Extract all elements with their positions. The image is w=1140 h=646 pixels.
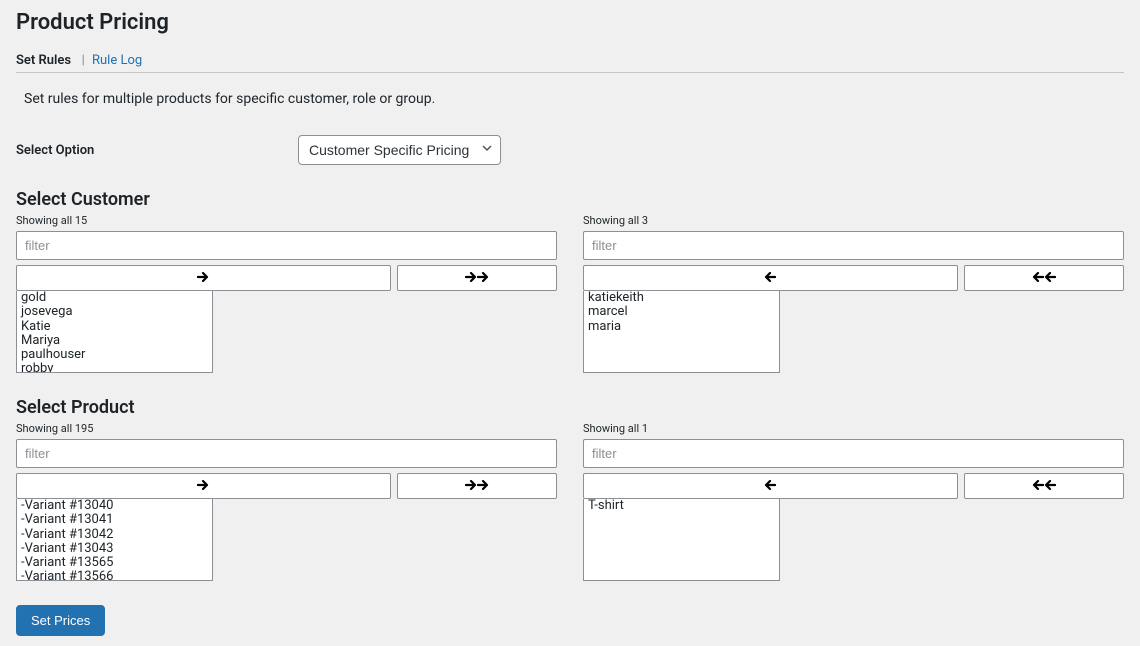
customer-available-filter[interactable] — [16, 231, 557, 260]
set-prices-button[interactable]: Set Prices — [16, 605, 105, 636]
customer-move-all-right-button[interactable] — [397, 265, 558, 291]
list-item[interactable]: T-shirt — [584, 499, 779, 513]
arrow-right-icon — [477, 479, 489, 494]
arrow-right-icon — [197, 479, 209, 494]
tab-separator: | — [78, 53, 84, 68]
arrow-right-icon — [197, 271, 209, 286]
customer-selected-filter[interactable] — [583, 231, 1124, 260]
page-title: Product Pricing — [16, 10, 1124, 35]
product-available-list[interactable]: -Variant #13040 -Variant #13041 -Variant… — [16, 499, 213, 581]
select-option-dropdown[interactable]: Customer Specific Pricing — [298, 135, 501, 165]
product-move-right-row — [16, 473, 557, 499]
customer-selected-col: Showing all 3 katiekeith marcel maria — [583, 214, 1124, 373]
list-item[interactable]: robby — [17, 362, 212, 373]
customer-selected-counter: Showing all 3 — [583, 214, 1124, 227]
arrow-left-icon — [1032, 479, 1044, 494]
customer-dual-list: Showing all 15 gold josevega Katie Mariy… — [16, 214, 1124, 373]
customer-move-right-row — [16, 265, 557, 291]
list-item[interactable]: -Variant #13041 — [17, 513, 212, 527]
arrow-left-icon — [764, 271, 776, 286]
select-option-row: Select Option Customer Specific Pricing — [16, 135, 1124, 165]
product-selected-col: Showing all 1 T-shirt — [583, 422, 1124, 581]
list-item[interactable]: maria — [584, 320, 779, 334]
arrow-left-icon — [1044, 479, 1056, 494]
list-item[interactable]: katiekeith — [584, 291, 779, 305]
product-move-left-row — [583, 473, 1124, 499]
product-move-right-button[interactable] — [16, 473, 391, 499]
list-item[interactable]: -Variant #13565 — [17, 556, 212, 570]
customer-move-right-button[interactable] — [16, 265, 391, 291]
list-item[interactable]: Katie — [17, 320, 212, 334]
list-item[interactable]: josevega — [17, 305, 212, 319]
list-item[interactable]: marcel — [584, 305, 779, 319]
page-description: Set rules for multiple products for spec… — [24, 91, 1124, 107]
select-product-title: Select Product — [16, 397, 1124, 418]
product-move-all-left-button[interactable] — [964, 473, 1125, 499]
customer-selected-list[interactable]: katiekeith marcel maria — [583, 291, 780, 373]
customer-available-list[interactable]: gold josevega Katie Mariya paulhouser ro… — [16, 291, 213, 373]
arrow-left-icon — [1044, 271, 1056, 286]
list-item[interactable]: -Variant #13040 — [17, 499, 212, 513]
list-item[interactable]: gold — [17, 291, 212, 305]
customer-available-col: Showing all 15 gold josevega Katie Mariy… — [16, 214, 557, 373]
select-option-label: Select Option — [16, 143, 298, 158]
product-available-col: Showing all 195 -Variant #13040 -Variant… — [16, 422, 557, 581]
list-item[interactable]: -Variant #13042 — [17, 528, 212, 542]
product-available-counter: Showing all 195 — [16, 422, 557, 435]
arrow-left-icon — [1032, 271, 1044, 286]
product-selected-filter[interactable] — [583, 439, 1124, 468]
list-item[interactable]: -Variant #13043 — [17, 542, 212, 556]
customer-move-left-button[interactable] — [583, 265, 958, 291]
list-item[interactable]: Mariya — [17, 334, 212, 348]
product-move-left-button[interactable] — [583, 473, 958, 499]
tabs-bar: Set Rules | Rule Log — [16, 49, 1124, 73]
select-option-wrap: Customer Specific Pricing — [298, 135, 501, 165]
list-item[interactable]: -Variant #13566 — [17, 570, 212, 581]
arrow-left-icon — [764, 479, 776, 494]
customer-move-all-left-button[interactable] — [964, 265, 1125, 291]
product-available-filter[interactable] — [16, 439, 557, 468]
tab-rule-log[interactable]: Rule Log — [92, 49, 142, 72]
select-customer-title: Select Customer — [16, 189, 1124, 210]
product-dual-list: Showing all 195 -Variant #13040 -Variant… — [16, 422, 1124, 581]
product-selected-counter: Showing all 1 — [583, 422, 1124, 435]
product-move-all-right-button[interactable] — [397, 473, 558, 499]
arrow-right-icon — [465, 271, 477, 286]
list-item[interactable]: paulhouser — [17, 348, 212, 362]
customer-available-counter: Showing all 15 — [16, 214, 557, 227]
arrow-right-icon — [477, 271, 489, 286]
arrow-right-icon — [465, 479, 477, 494]
customer-move-left-row — [583, 265, 1124, 291]
tab-set-rules[interactable]: Set Rules — [16, 49, 71, 72]
product-selected-list[interactable]: T-shirt — [583, 499, 780, 581]
